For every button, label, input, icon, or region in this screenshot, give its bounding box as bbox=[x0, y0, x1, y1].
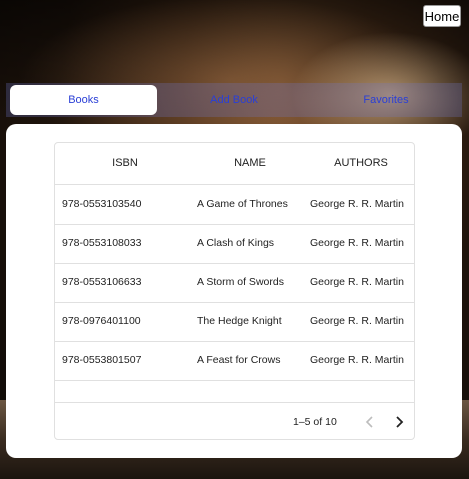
column-header-isbn[interactable]: ISBN bbox=[85, 143, 165, 184]
cell-isbn: 978-0553108033 bbox=[62, 237, 142, 249]
cell-name: A Feast for Crows bbox=[197, 354, 281, 366]
column-header-authors[interactable]: AUTHORS bbox=[321, 143, 401, 184]
chevron-right-icon[interactable] bbox=[389, 412, 409, 432]
table-row[interactable]: 978-0553106633 A Storm of Swords George … bbox=[55, 263, 414, 303]
tab-add-book[interactable]: Add Book bbox=[158, 85, 310, 115]
table-row[interactable]: 978-0553103540 A Game of Thrones George … bbox=[55, 185, 414, 225]
cell-name: A Game of Thrones bbox=[197, 198, 288, 210]
books-table: ISBN NAME AUTHORS 978-0553103540 A Game … bbox=[54, 142, 415, 440]
column-header-name[interactable]: NAME bbox=[210, 143, 290, 184]
table-pagination: 1–5 of 10 bbox=[55, 402, 414, 439]
pagination-range: 1–5 of 10 bbox=[293, 416, 337, 428]
cell-name: A Clash of Kings bbox=[197, 237, 275, 249]
table-header: ISBN NAME AUTHORS bbox=[55, 143, 414, 185]
content-panel: ISBN NAME AUTHORS 978-0553103540 A Game … bbox=[6, 124, 462, 458]
cell-authors: George R. R. Martin bbox=[310, 198, 404, 210]
cell-authors: George R. R. Martin bbox=[310, 276, 404, 288]
cell-name: A Storm of Swords bbox=[197, 276, 284, 288]
table-row[interactable]: 978-0976401100 The Hedge Knight George R… bbox=[55, 302, 414, 342]
cell-isbn: 978-0553106633 bbox=[62, 276, 142, 288]
cell-authors: George R. R. Martin bbox=[310, 237, 404, 249]
cell-authors: George R. R. Martin bbox=[310, 315, 404, 327]
cell-isbn: 978-0553801507 bbox=[62, 354, 142, 366]
tab-favorites[interactable]: Favorites bbox=[310, 85, 462, 115]
cell-isbn: 978-0553103540 bbox=[62, 198, 142, 210]
chevron-left-icon[interactable] bbox=[360, 412, 380, 432]
tab-books[interactable]: Books bbox=[10, 85, 157, 115]
home-button[interactable]: Home bbox=[423, 5, 461, 27]
cell-name: The Hedge Knight bbox=[197, 315, 282, 327]
table-row[interactable]: 978-0553801507 A Feast for Crows George … bbox=[55, 341, 414, 381]
table-row[interactable]: 978-0553108033 A Clash of Kings George R… bbox=[55, 224, 414, 264]
cell-isbn: 978-0976401100 bbox=[62, 315, 141, 327]
cell-authors: George R. R. Martin bbox=[310, 354, 404, 366]
tab-bar: Books Add Book Favorites bbox=[6, 83, 462, 117]
